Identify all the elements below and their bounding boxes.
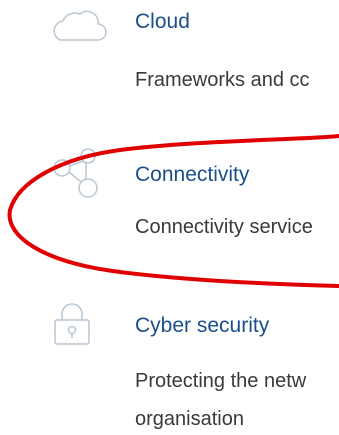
connectivity-description: Connectivity service	[135, 216, 313, 238]
connectivity-nodes-icon	[50, 146, 104, 202]
cloud-icon	[50, 6, 108, 46]
lock-icon	[52, 302, 92, 346]
cyber-security-title-link[interactable]: Cyber security	[135, 314, 269, 338]
cyber-security-description-line: Protecting the netw	[135, 370, 307, 392]
connectivity-title-link[interactable]: Connectivity	[135, 163, 249, 187]
cloud-title-link[interactable]: Cloud	[135, 10, 190, 34]
cyber-security-description-line: organisation	[135, 408, 244, 430]
cloud-description: Frameworks and cc	[135, 69, 310, 91]
